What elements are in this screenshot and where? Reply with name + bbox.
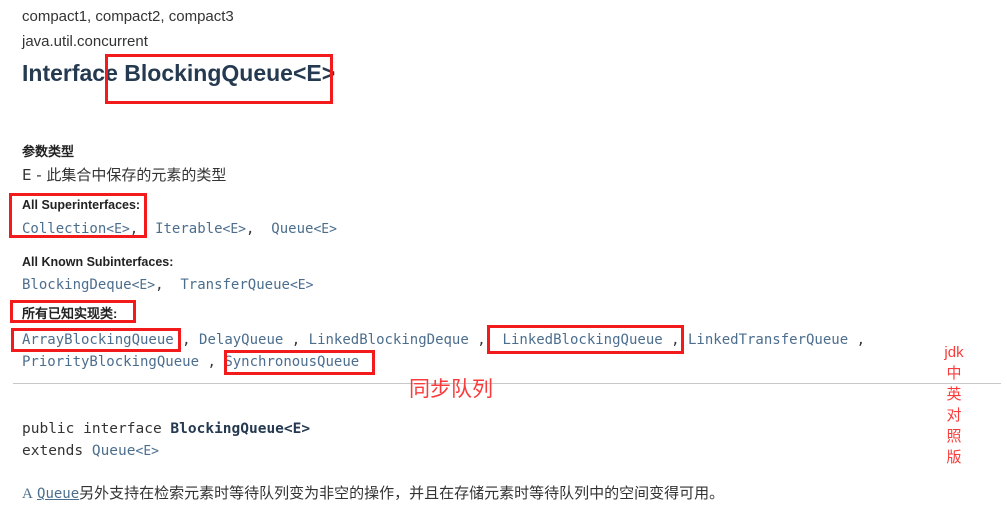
superinterfaces-heading: All Superinterfaces: (22, 198, 141, 212)
implementing-classes-heading: 所有已知实现类: (22, 306, 118, 321)
superinterfaces-list: Collection<E>, Iterable<E>, Queue<E> (22, 220, 337, 238)
link-linkedblockingdeque[interactable]: LinkedBlockingDeque (309, 332, 469, 348)
side-note-char-4: 照 (946, 428, 962, 445)
sep-impl-1: , (291, 332, 301, 348)
side-note-char-3: 对 (946, 407, 962, 424)
sep-sub-0: , (155, 277, 164, 293)
side-note-char-1: 中 (946, 365, 962, 382)
generic-collection: <E> (106, 222, 130, 237)
link-linkedblockingqueue[interactable]: LinkedBlockingQueue (503, 332, 663, 348)
generic-transferqueue: <E> (289, 278, 314, 293)
implementing-classes-row-1: ArrayBlockingQueue , DelayQueue , Linked… (22, 331, 865, 349)
page-title-type: BlockingQueue<E> (124, 60, 336, 86)
side-note-char-5: 版 (946, 449, 962, 466)
link-extends-queue[interactable]: Queue (92, 443, 136, 459)
description-lead-a: A (22, 486, 33, 502)
sep-impl-3: , (671, 332, 680, 348)
sep-impl-0: , (182, 332, 191, 348)
type-parameter-entry: E - 此集合中保存的元素的类型 (22, 166, 227, 184)
link-arrayblockingqueue[interactable]: ArrayBlockingQueue (22, 332, 174, 348)
generic-iterable: <E> (222, 222, 246, 237)
sep-impl-4: , (856, 332, 866, 348)
declaration-modifiers: public interface (22, 421, 162, 437)
page-title-prefix: Interface (22, 60, 118, 86)
link-blockingdeque[interactable]: BlockingDeque (22, 277, 132, 293)
extends-generic: <E> (135, 444, 159, 459)
package-line: java.util.concurrent (22, 33, 148, 50)
link-transferqueue[interactable]: TransferQueue (180, 277, 290, 293)
type-parameters-heading: 参数类型 (22, 144, 75, 159)
document-page: compact1, compact2, compact3 java.util.c… (0, 0, 1007, 517)
sep-impl-5: , (207, 354, 216, 370)
declaration-type-name: BlockingQueue<E> (170, 421, 311, 437)
generic-blockingdeque: <E> (131, 278, 156, 293)
profiles-line: compact1, compact2, compact3 (22, 8, 234, 25)
link-linkedtransferqueue[interactable]: LinkedTransferQueue (688, 332, 848, 348)
link-queue[interactable]: Queue (271, 221, 313, 237)
link-collection[interactable]: Collection (22, 221, 106, 237)
section-divider (13, 383, 1001, 384)
type-declaration-extends: extends Queue<E> (22, 441, 159, 462)
annotation-center-note: 同步队列 (409, 378, 493, 401)
generic-queue: <E> (313, 222, 337, 237)
type-declaration: public interface BlockingQueue<E> (22, 419, 310, 440)
extends-keyword: extends (22, 443, 84, 459)
implementing-classes-row-2: PriorityBlockingQueue , SynchronousQueue (22, 353, 359, 371)
side-note-char-2: 英 (946, 386, 962, 403)
page-title: Interface BlockingQueue<E> (22, 60, 335, 87)
subinterfaces-heading: All Known Subinterfaces: (22, 255, 174, 269)
link-priorityblockingqueue[interactable]: PriorityBlockingQueue (22, 354, 199, 370)
type-description: A Queue另外支持在检索元素时等待队列变为非空的操作，并且在存储元素时等待队… (22, 482, 724, 503)
link-description-queue[interactable]: Queue (37, 486, 79, 502)
link-synchronousqueue[interactable]: SynchronousQueue (224, 354, 359, 370)
subinterfaces-list: BlockingDeque<E>, TransferQueue<E> (22, 276, 313, 294)
annotation-side-note: jdk 中 英 对 照 版 (944, 342, 964, 468)
description-body: 另外支持在检索元素时等待队列变为非空的操作，并且在存储元素时等待队列中的空间变得… (79, 485, 725, 502)
side-note-char-0: jdk (944, 344, 964, 361)
link-iterable[interactable]: Iterable (155, 221, 222, 237)
sep-0: , (129, 221, 139, 237)
link-delayqueue[interactable]: DelayQueue (199, 332, 283, 348)
sep-impl-2: , (477, 332, 486, 348)
